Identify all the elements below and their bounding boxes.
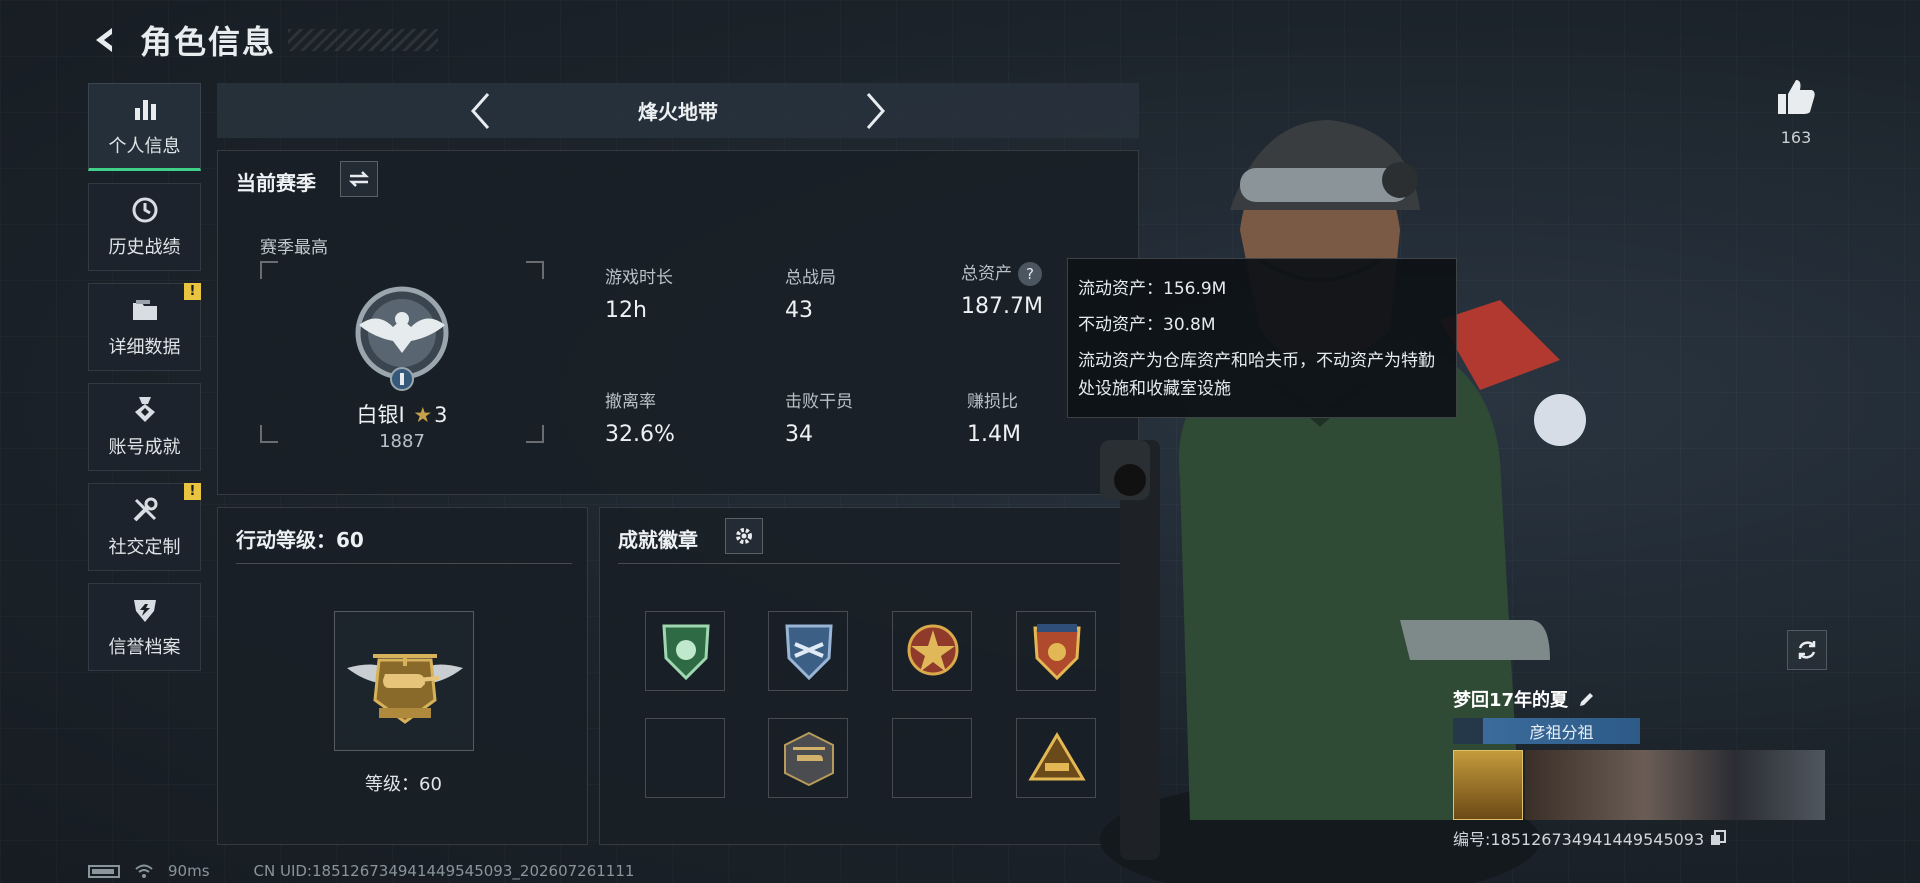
profile-card: 梦回17年的夏 彦祖分祖 编号:1851267349414495450­93 xyxy=(1453,686,1825,850)
title-decoration xyxy=(288,29,439,51)
badge-slot[interactable] xyxy=(892,611,972,691)
action-level-panel: 行动等级：60 等级：60 xyxy=(217,507,588,845)
mode-title: 烽火地带 xyxy=(638,100,718,124)
tooltip-liquid-assets: 流动资产：156.9M xyxy=(1078,279,1227,299)
wifi-icon xyxy=(135,864,153,878)
edit-pencil-icon[interactable] xyxy=(1578,690,1596,708)
warning-badge: ! xyxy=(184,483,201,500)
helicopter-emblem-icon xyxy=(347,654,463,724)
swap-icon xyxy=(348,171,370,187)
rank-emblem-icon xyxy=(355,286,449,391)
bar-chart-icon xyxy=(134,100,156,120)
divider xyxy=(618,563,1123,564)
switch-season-button[interactable] xyxy=(340,161,378,197)
player-id: 编号:1851267349414495450­93 xyxy=(1453,830,1705,849)
season-panel: 当前赛季 赛季最高 白银I ★3 1887 游戏时长 12h 总战局 43 总资… xyxy=(217,150,1139,495)
sidebar-item-label: 账号成就 xyxy=(108,437,181,458)
green-shield-badge-icon xyxy=(662,624,710,681)
sidebar-item-label: 历史战绩 xyxy=(108,237,181,258)
tooltip-description: 流动资产为仓库资产和哈夫币，不动资产为特勤处设施和收藏室设施 xyxy=(1078,351,1435,399)
star-icon: ★ xyxy=(413,403,433,427)
gear-icon xyxy=(736,528,752,544)
tools-icon xyxy=(133,497,157,522)
level-emblem-frame xyxy=(334,611,474,751)
sidebar: 个人信息 历史战绩 ! 详细数据 账号成就 ! 社交定制 信誉档案 xyxy=(88,83,201,683)
badge-slot[interactable] xyxy=(768,611,848,691)
ping-value: 90ms xyxy=(168,862,210,880)
shield-icon xyxy=(133,600,156,622)
like-count: 163 xyxy=(1780,128,1812,147)
badge-slot-empty[interactable] xyxy=(645,718,725,798)
rank-box: 白银I ★3 1887 xyxy=(260,261,544,452)
rank-line: 白银I ★3 xyxy=(260,399,544,429)
rank-name: 白银I xyxy=(356,403,405,427)
sidebar-item-detail-data[interactable]: ! 详细数据 xyxy=(88,283,201,371)
stat-extract-rate: 撤离率 32.6% xyxy=(605,392,675,447)
copy-icon[interactable] xyxy=(1710,830,1727,846)
tag-avatar xyxy=(1453,718,1483,744)
player-banner xyxy=(1453,750,1825,820)
medal-icon xyxy=(134,397,155,422)
like-button[interactable]: 163 xyxy=(1766,78,1826,147)
badge-slot[interactable] xyxy=(645,611,725,691)
blue-crest-badge-icon xyxy=(785,624,833,681)
star-medal-badge-icon xyxy=(907,624,959,676)
folder-icon xyxy=(132,300,157,320)
header: 角色信息 xyxy=(88,18,439,62)
sidebar-item-achievements[interactable]: 账号成就 xyxy=(88,383,201,471)
stat-operators-killed: 击败干员 34 xyxy=(785,392,853,447)
thumbs-up-icon xyxy=(1778,80,1815,114)
tooltip-fixed-assets: 不动资产：30.8M xyxy=(1078,315,1216,335)
sidebar-item-label: 详细数据 xyxy=(108,337,181,358)
sidebar-item-label: 信誉档案 xyxy=(108,637,181,658)
badge-settings-button[interactable] xyxy=(725,518,763,554)
back-arrow-icon[interactable] xyxy=(88,23,122,57)
sidebar-item-label: 社交定制 xyxy=(108,537,181,558)
player-tag-text: 彦祖分祖 xyxy=(1529,723,1594,742)
season-best-label: 赛季最高 xyxy=(260,238,328,258)
stat-total-assets: 总资产? 187.7M xyxy=(961,262,1043,319)
player-emblem xyxy=(1453,750,1523,820)
battery-icon xyxy=(88,864,120,878)
sidebar-item-social[interactable]: ! 社交定制 xyxy=(88,483,201,571)
sidebar-item-label: 个人信息 xyxy=(108,136,181,157)
action-level-title: 行动等级：60 xyxy=(236,528,364,552)
level-text: 等级：60 xyxy=(365,774,442,795)
help-icon[interactable]: ? xyxy=(1018,262,1042,286)
player-tag: 彦祖分祖 xyxy=(1453,718,1640,744)
clock-icon xyxy=(132,197,157,223)
stat-total-matches: 总战局 43 xyxy=(785,268,836,323)
badge-slot[interactable] xyxy=(768,718,848,798)
status-footer: 90ms CN UID:1851267349414495450­93_20260… xyxy=(88,862,634,880)
prev-mode-button[interactable] xyxy=(464,91,498,131)
chevron-left-icon xyxy=(470,92,490,129)
next-mode-button[interactable] xyxy=(858,91,892,131)
season-title: 当前赛季 xyxy=(236,171,316,195)
divider xyxy=(236,563,572,564)
sidebar-item-history[interactable]: 历史战绩 xyxy=(88,183,201,271)
sidebar-item-personal-info[interactable]: 个人信息 xyxy=(88,83,201,171)
assets-tooltip: 流动资产：156.9M 不动资产：30.8M 流动资产为仓库资产和哈夫币，不动资… xyxy=(1067,258,1457,418)
sidebar-item-reputation[interactable]: 信誉档案 xyxy=(88,583,201,671)
achievements-panel: 成就徽章 xyxy=(599,507,1139,845)
warning-badge: ! xyxy=(184,283,201,300)
player-name: 梦回17年的夏 xyxy=(1453,690,1569,711)
refresh-button[interactable] xyxy=(1787,630,1827,670)
badge-slot-empty[interactable] xyxy=(892,718,972,798)
helicopter-badge-icon xyxy=(784,731,834,787)
uid-text: CN UID:1851267349414495450­93_2026072611… xyxy=(253,862,635,880)
rank-stars: 3 xyxy=(434,403,448,427)
mode-selector: 烽火地带 xyxy=(217,83,1139,138)
stat-profit-loss: 赚损比 1.4M xyxy=(967,392,1021,447)
stat-play-time: 游戏时长 12h xyxy=(605,268,673,323)
chevron-right-icon xyxy=(866,92,886,129)
page-title: 角色信息 xyxy=(140,23,277,61)
rank-score: 1887 xyxy=(379,431,425,452)
player-name-card xyxy=(1525,750,1825,820)
achievements-title: 成就徽章 xyxy=(618,528,698,552)
refresh-icon xyxy=(1798,641,1816,659)
